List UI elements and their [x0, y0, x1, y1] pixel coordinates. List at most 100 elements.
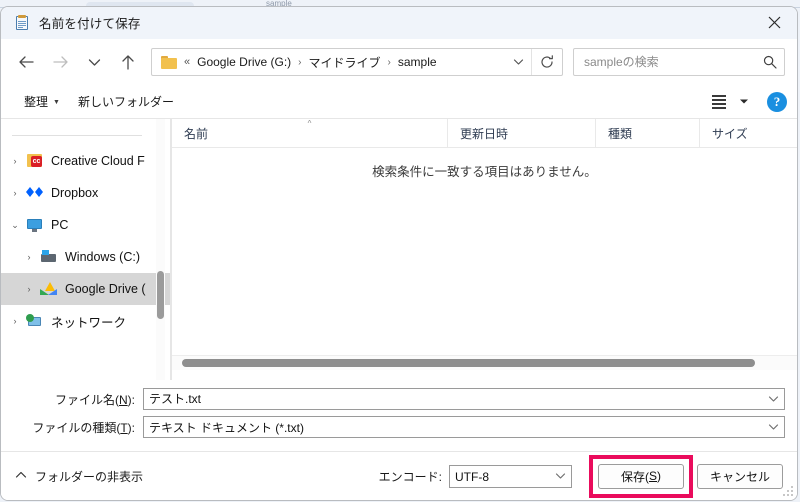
- cancel-button[interactable]: キャンセル: [697, 463, 783, 489]
- sidebar-divider: [12, 135, 142, 136]
- encoding-value: UTF-8: [455, 470, 489, 484]
- filename-label: ファイル名(N):: [54, 392, 135, 407]
- chevron-right-icon[interactable]: ›: [7, 156, 23, 166]
- new-folder-label: 新しいフォルダー: [77, 95, 174, 109]
- file-list-pane: ^ 名前 更新日時 種類 サイズ 検索条件に一致する項目はありません。: [171, 118, 797, 380]
- sidebar-item-pc[interactable]: ⌄ PC: [1, 209, 171, 241]
- encoding-label: エンコード:: [378, 469, 442, 484]
- creative-cloud-icon: cc: [26, 153, 44, 169]
- file-list-horizontal-scrollbar[interactable]: [172, 355, 797, 370]
- sidebar-item-label: Dropbox: [51, 186, 99, 200]
- breadcrumb-separator: ›: [387, 56, 391, 68]
- dropbox-icon: [26, 185, 44, 201]
- column-header-label: 種類: [608, 126, 633, 141]
- breadcrumb-overflow[interactable]: «: [184, 56, 190, 68]
- folder-icon: [161, 55, 177, 69]
- chevron-right-icon[interactable]: ›: [7, 188, 23, 198]
- sidebar-item-windows-c[interactable]: › Windows (C:): [1, 241, 171, 273]
- column-header-label: 名前: [184, 126, 209, 141]
- forward-button[interactable]: [43, 47, 77, 77]
- sidebar-item-label: PC: [51, 218, 69, 232]
- column-header-label: サイズ: [712, 126, 748, 141]
- title-bar: 名前を付けて保存: [1, 7, 797, 39]
- sidebar-item-dropbox[interactable]: › Dropbox: [1, 177, 171, 209]
- chevron-down-icon[interactable]: [762, 389, 784, 409]
- breadcrumb-item-0[interactable]: Google Drive (G:): [195, 53, 293, 71]
- dialog-content: › cc Creative Cloud F › Dropbox ⌄ PC › W…: [1, 118, 797, 380]
- chevron-down-icon[interactable]: ⌄: [7, 220, 23, 231]
- filetype-label: ファイルの種類(T):: [32, 420, 135, 435]
- command-bar-right: ?: [705, 85, 787, 118]
- folder-tree: › cc Creative Cloud F › Dropbox ⌄ PC › W…: [1, 145, 171, 337]
- sidebar-item-network[interactable]: › ネットワーク: [1, 305, 171, 337]
- breadcrumb-item-1[interactable]: マイドライブ: [307, 52, 383, 73]
- command-bar: 整理 ▼ 新しいフォルダー ?: [1, 85, 797, 118]
- column-header-size[interactable]: サイズ: [699, 119, 789, 147]
- address-bar[interactable]: « Google Drive (G:) › マイドライブ › sample: [151, 48, 563, 76]
- organize-button[interactable]: 整理 ▼: [15, 88, 69, 115]
- column-header-name[interactable]: ^ 名前: [172, 119, 447, 147]
- search-icon[interactable]: [756, 49, 784, 75]
- sidebar-scrollbar[interactable]: [156, 119, 165, 380]
- refresh-icon[interactable]: [531, 49, 562, 75]
- filename-input[interactable]: [144, 389, 762, 409]
- navigation-pane: › cc Creative Cloud F › Dropbox ⌄ PC › W…: [1, 118, 171, 380]
- harddrive-icon: [40, 249, 58, 265]
- notepad-icon: [14, 14, 30, 31]
- save-button-wrapper: 保存(S): [589, 454, 693, 498]
- chevron-right-icon[interactable]: ›: [7, 316, 23, 326]
- chevron-down-icon[interactable]: [762, 417, 784, 437]
- up-button[interactable]: [111, 47, 145, 77]
- filename-row: ファイル名(N):: [13, 388, 785, 410]
- filetype-value: テキスト ドキュメント (*.txt): [149, 421, 304, 435]
- save-as-dialog: 名前を付けて保存 « Google Drive (G:) › マイドライブ › …: [0, 6, 798, 501]
- chevron-down-icon[interactable]: [549, 466, 571, 486]
- breadcrumb-separator: ›: [298, 56, 302, 68]
- close-icon[interactable]: [751, 7, 797, 38]
- recent-locations-chevron-down-icon[interactable]: [77, 47, 111, 77]
- search-input[interactable]: [574, 55, 756, 69]
- column-header-date-modified[interactable]: 更新日時: [447, 119, 595, 147]
- new-folder-button[interactable]: 新しいフォルダー: [69, 88, 183, 115]
- chevron-up-icon: [15, 471, 27, 482]
- resize-grip[interactable]: [783, 486, 794, 497]
- filename-combobox[interactable]: [143, 388, 785, 410]
- help-button[interactable]: ?: [767, 91, 787, 112]
- organize-label: 整理: [24, 95, 49, 109]
- pc-icon: [26, 217, 44, 233]
- search-box[interactable]: [573, 48, 785, 76]
- footer-controls: エンコード: UTF-8 保存(S) キャンセル: [378, 454, 797, 498]
- list-view-icon[interactable]: [705, 89, 733, 115]
- chevron-right-icon[interactable]: ›: [21, 252, 37, 262]
- google-drive-icon: [40, 281, 58, 297]
- breadcrumb-item-2[interactable]: sample: [396, 53, 439, 71]
- chevron-right-icon[interactable]: ›: [21, 284, 37, 294]
- column-header-type[interactable]: 種類: [595, 119, 699, 147]
- navigation-bar: « Google Drive (G:) › マイドライブ › sample: [1, 39, 797, 85]
- view-options-chevron-down-icon[interactable]: [735, 89, 753, 115]
- filetype-combobox[interactable]: テキスト ドキュメント (*.txt): [143, 416, 785, 438]
- empty-list-message: 検索条件に一致する項目はありません。: [372, 165, 597, 179]
- network-icon: [26, 313, 44, 329]
- encoding-combobox[interactable]: UTF-8: [449, 464, 572, 488]
- sidebar-item-label: Creative Cloud F: [51, 154, 145, 168]
- file-list-scrollbar-thumb[interactable]: [182, 359, 755, 367]
- sidebar-item-creative-cloud[interactable]: › cc Creative Cloud F: [1, 145, 171, 177]
- sidebar-item-label: Windows (C:): [65, 250, 141, 264]
- breadcrumb: « Google Drive (G:) › マイドライブ › sample: [184, 52, 505, 73]
- sort-ascending-icon: ^: [307, 119, 312, 128]
- hide-folders-button[interactable]: フォルダーの非表示: [15, 468, 143, 485]
- chevron-down-icon: ▼: [53, 99, 60, 106]
- back-button[interactable]: [9, 47, 43, 77]
- address-chevron-down-icon[interactable]: [505, 49, 531, 75]
- window-title: 名前を付けて保存: [39, 17, 141, 31]
- column-header-label: 更新日時: [460, 126, 509, 141]
- dialog-footer: フォルダーの非表示 エンコード: UTF-8 保存(S) キャンセル: [1, 451, 797, 500]
- hide-folders-label: フォルダーの非表示: [35, 469, 144, 484]
- save-button[interactable]: 保存(S): [598, 463, 684, 489]
- sidebar-scrollbar-thumb[interactable]: [157, 271, 164, 319]
- column-header-row: ^ 名前 更新日時 種類 サイズ: [172, 119, 797, 148]
- filetype-row: ファイルの種類(T): テキスト ドキュメント (*.txt): [13, 416, 785, 438]
- sidebar-item-label: ネットワーク: [51, 315, 127, 330]
- sidebar-item-google-drive[interactable]: › Google Drive (: [1, 273, 171, 305]
